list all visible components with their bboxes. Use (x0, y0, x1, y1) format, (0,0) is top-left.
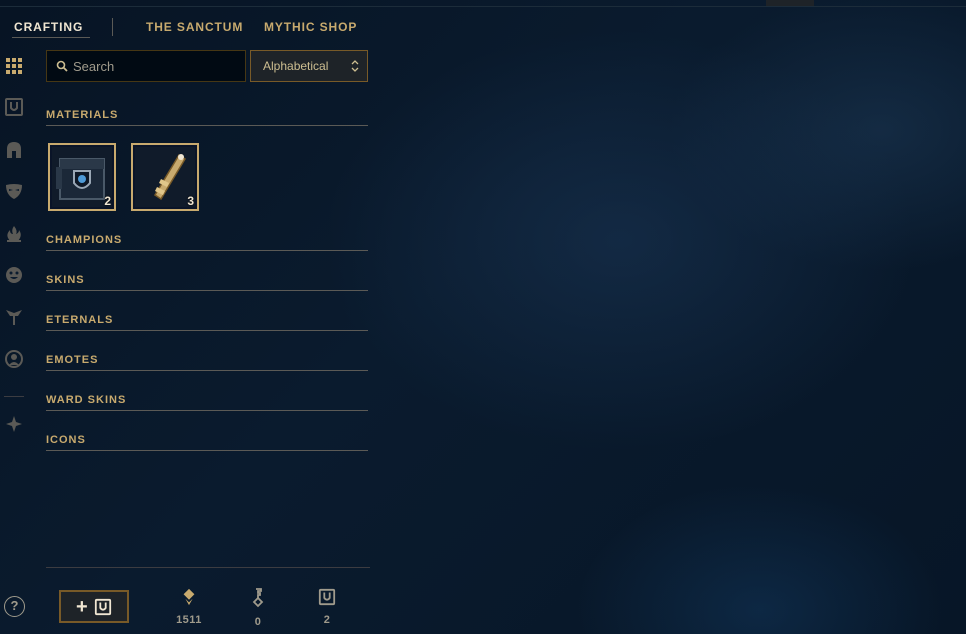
chest-icon (318, 588, 336, 606)
chevron-updown-icon (351, 60, 359, 72)
chest-icon (94, 598, 112, 616)
section-materials-label: MATERIALS (46, 109, 119, 121)
section-materials[interactable]: MATERIALS (46, 106, 368, 126)
ward-totem-icon[interactable] (4, 307, 24, 327)
section-skins[interactable]: SKINS (46, 271, 368, 291)
grid-icon[interactable] (4, 56, 24, 76)
section-ward-skins[interactable]: WARD SKINS (46, 391, 368, 411)
sort-selected-value: Alphabetical (263, 59, 329, 73)
section-champions-label: CHAMPIONS (46, 234, 123, 246)
emote-face-icon[interactable] (4, 265, 24, 285)
section-emotes-label: EMOTES (46, 354, 99, 366)
material-hextech-chest[interactable]: 2 (48, 143, 116, 211)
flame-icon[interactable] (4, 224, 24, 244)
tab-divider (112, 18, 113, 36)
add-chest-button[interactable]: + (59, 590, 129, 623)
section-ward-skins-label: WARD SKINS (46, 394, 127, 406)
profile-icon-icon[interactable] (4, 349, 24, 369)
chest-amount: 2 (323, 614, 331, 626)
orange-essence-amount: 1511 (176, 614, 202, 626)
search-input[interactable] (73, 55, 241, 77)
tab-mythic-shop[interactable]: MYTHIC SHOP (264, 20, 357, 34)
key-fragment-icon (252, 588, 264, 608)
material-count: 2 (104, 194, 111, 208)
tab-the-sanctum[interactable]: THE SANCTUM (146, 20, 243, 34)
search-box (46, 50, 246, 82)
tab-crafting[interactable]: CRAFTING (14, 20, 83, 34)
section-icons[interactable]: ICONS (46, 431, 368, 451)
active-tab-underline (12, 37, 90, 38)
sidebar-divider (4, 396, 24, 397)
chest-balance: 2 (307, 588, 347, 626)
sort-dropdown[interactable]: Alphabetical (250, 50, 368, 82)
hextech-chest-icon (52, 147, 112, 207)
section-eternals[interactable]: ETERNALS (46, 311, 368, 331)
section-champions[interactable]: CHAMPIONS (46, 231, 368, 251)
chest-icon[interactable] (4, 97, 24, 117)
key-fragment-amount: 0 (254, 616, 262, 628)
footer-divider (46, 567, 370, 568)
orange-essence-icon (183, 588, 195, 606)
orange-essence-balance: 1511 (169, 588, 209, 626)
mask-icon[interactable] (4, 181, 24, 201)
top-notch (766, 0, 814, 6)
hextech-key-icon (135, 147, 195, 207)
help-button[interactable]: ? (4, 596, 25, 617)
plus-icon: + (76, 596, 88, 618)
section-eternals-label: ETERNALS (46, 314, 114, 326)
bundle-icon[interactable] (4, 414, 24, 434)
helmet-icon[interactable] (4, 140, 24, 160)
top-border (0, 6, 966, 7)
material-hextech-key[interactable]: 3 (131, 143, 199, 211)
key-fragment-balance: 0 (238, 588, 278, 628)
material-count: 3 (187, 194, 194, 208)
search-icon (56, 60, 68, 72)
section-icons-label: ICONS (46, 434, 86, 446)
section-skins-label: SKINS (46, 274, 85, 286)
section-emotes[interactable]: EMOTES (46, 351, 368, 371)
